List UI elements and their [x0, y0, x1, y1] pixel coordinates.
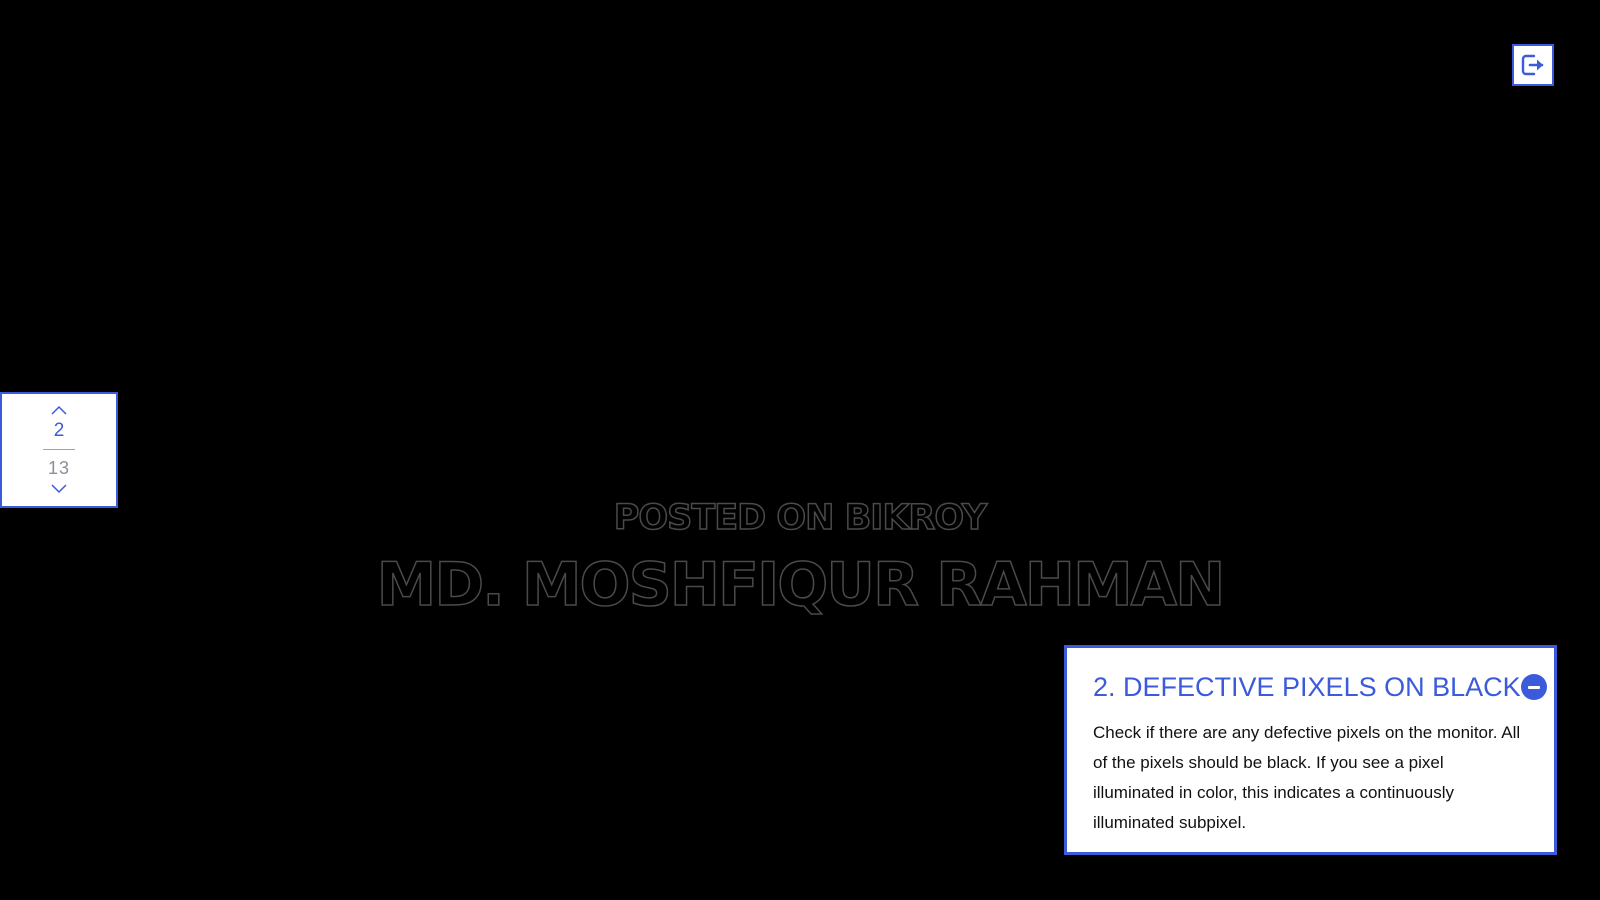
page-navigator: 2 13 — [0, 392, 118, 508]
collapse-button[interactable] — [1520, 674, 1547, 700]
test-info-card: 2. DEFECTIVE PIXELS ON BLACK Check if th… — [1064, 645, 1557, 855]
previous-test-button[interactable] — [47, 402, 71, 418]
current-page-number: 2 — [53, 420, 65, 441]
exit-button[interactable] — [1512, 44, 1554, 86]
watermark-author-name: MD. MOSHFIQUR RAHMAN — [376, 549, 1226, 621]
chevron-up-icon — [51, 405, 67, 415]
chevron-down-icon — [51, 484, 67, 494]
exit-icon — [1521, 54, 1544, 76]
watermark-posted-on: POSTED ON BIKROY — [613, 497, 988, 539]
info-card-header: 2. DEFECTIVE PIXELS ON BLACK — [1093, 670, 1547, 704]
minus-circle-icon — [1527, 685, 1540, 689]
test-description: Check if there are any defective pixels … — [1093, 723, 1521, 832]
test-title: 2. DEFECTIVE PIXELS ON BLACK — [1093, 672, 1521, 702]
total-page-count: 13 — [47, 458, 71, 478]
pager-divider — [43, 449, 75, 450]
next-test-button[interactable] — [47, 481, 71, 497]
test-screen: 2 13 POSTED ON BIKROY MD. MOSHFIQUR RAHM… — [0, 0, 1600, 900]
